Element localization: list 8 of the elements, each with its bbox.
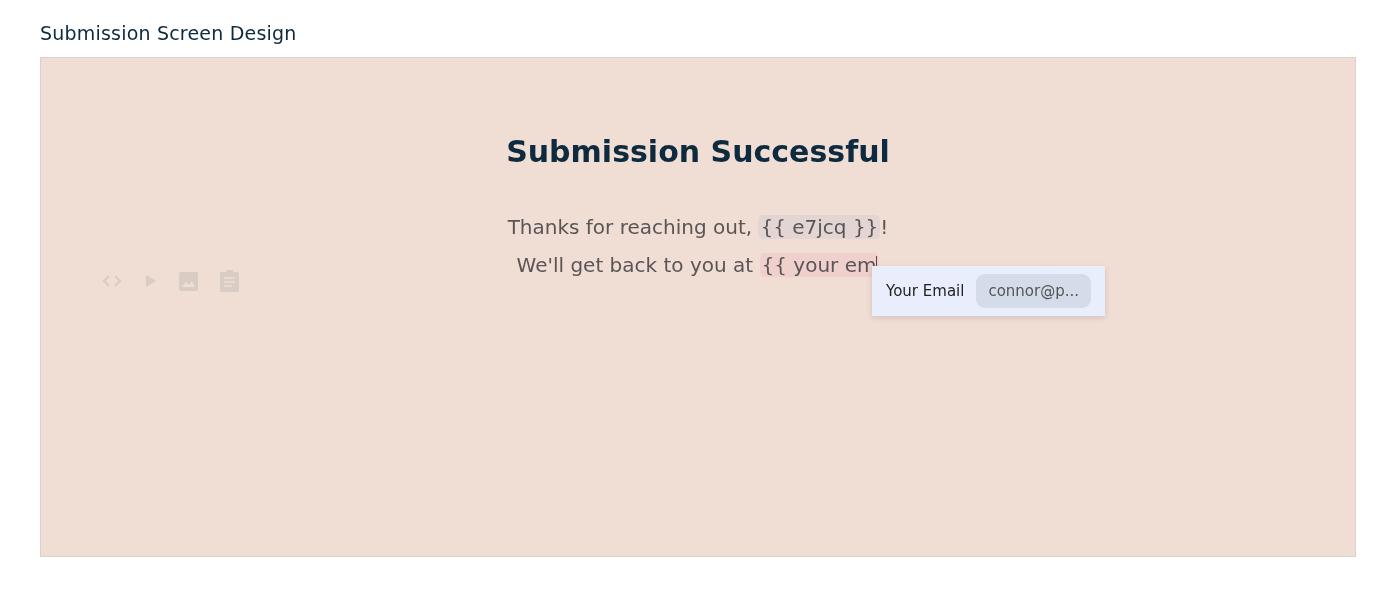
suggestion-value[interactable]: connor@p... (976, 274, 1091, 308)
message-text: Thanks for reaching out, (507, 215, 754, 239)
message-text: ! (880, 215, 889, 239)
screen-title: Submission Successful (505, 134, 891, 169)
suggestion-label: Your Email (886, 282, 965, 300)
variable-tag[interactable]: {{ e7jcq }} (758, 215, 881, 239)
message-text: We'll get back to you at (516, 253, 755, 277)
page-title: Submission Screen Design (40, 22, 298, 44)
